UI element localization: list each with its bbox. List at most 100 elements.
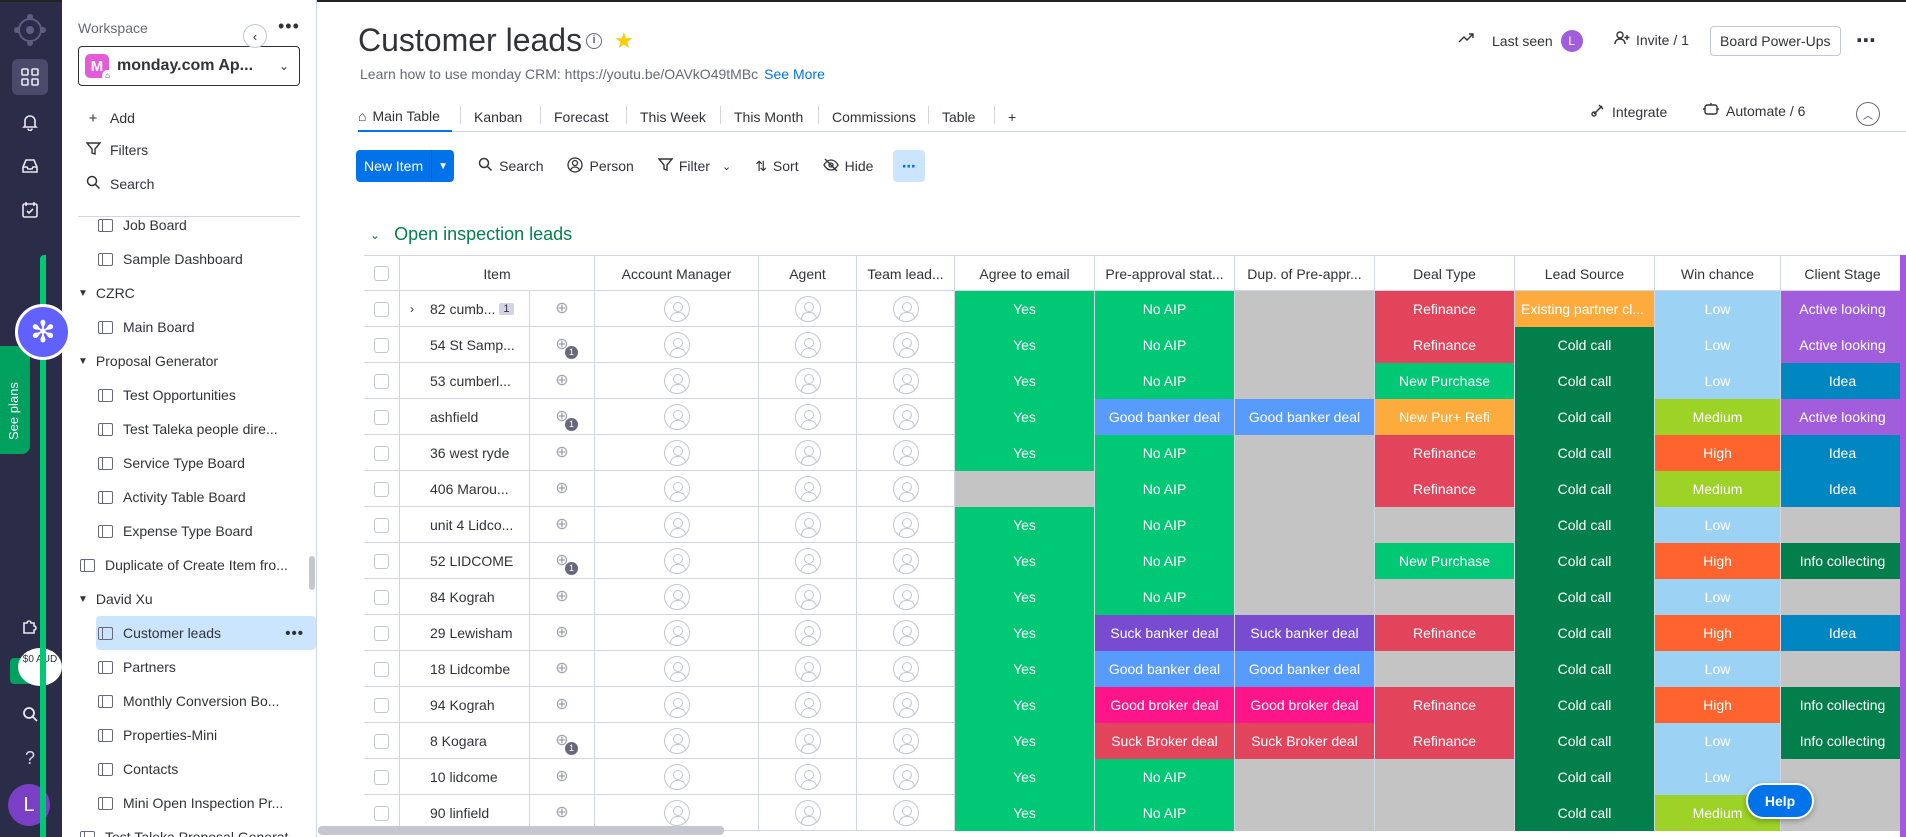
person-cell[interactable] — [759, 291, 857, 327]
collapse-header-icon[interactable]: ︿ — [1856, 102, 1880, 126]
board-item[interactable]: Test Taleka people dire... — [62, 412, 316, 446]
filter-button[interactable]: Filter ⌄ — [657, 157, 731, 175]
board-item[interactable]: Mini Open Inspection Pr... — [62, 786, 316, 820]
tab-this-month[interactable]: This Month — [734, 102, 803, 132]
person-cell[interactable] — [595, 615, 759, 651]
person-cell[interactable] — [595, 579, 759, 615]
status-cell-agree[interactable]: Yes — [955, 759, 1095, 795]
automate-button[interactable]: Automate / 6 — [1702, 102, 1805, 119]
status-cell-stage[interactable]: Idea — [1781, 435, 1905, 471]
status-cell-stage[interactable]: Active looking — [1781, 291, 1905, 327]
row-checkbox[interactable] — [374, 409, 389, 425]
status-cell-dup[interactable] — [1235, 579, 1375, 615]
last-seen-button[interactable]: Last seen L — [1492, 30, 1583, 52]
table-row[interactable]: unit 4 Lidco... ⊕ Yes No AIP Cold call Low — [364, 507, 1905, 543]
status-cell-source[interactable]: Cold call — [1515, 795, 1655, 831]
person-cell[interactable] — [595, 723, 759, 759]
caret-down-icon[interactable]: ▼ — [78, 594, 88, 605]
updates-cell[interactable]: ⊕ — [530, 687, 595, 723]
status-cell-deal[interactable]: Refinance — [1375, 291, 1515, 327]
add-update-icon[interactable]: ⊕ — [552, 372, 572, 390]
row-select-cell[interactable] — [364, 291, 400, 327]
status-cell-preapp[interactable]: No AIP — [1095, 579, 1235, 615]
add-view-button[interactable]: + — [1008, 102, 1016, 132]
person-cell[interactable] — [857, 687, 955, 723]
folder-2[interactable]: ▼ CZRC — [62, 276, 316, 310]
status-cell-win[interactable]: Low — [1655, 651, 1781, 687]
table-row[interactable]: 84 Kograh ⊕ Yes No AIP Cold call Low — [364, 579, 1905, 615]
person-cell[interactable] — [759, 543, 857, 579]
status-cell-source[interactable]: Cold call — [1515, 471, 1655, 507]
inbox-icon[interactable] — [12, 148, 48, 184]
status-cell-win[interactable]: High — [1655, 615, 1781, 651]
tab-table[interactable]: Table — [942, 102, 975, 132]
item-name-cell[interactable]: 29 Lewisham — [400, 615, 530, 651]
status-cell-source[interactable]: Cold call — [1515, 687, 1655, 723]
item-more-icon[interactable]: ••• — [285, 625, 304, 642]
updates-cell[interactable]: ⊕ — [530, 759, 595, 795]
status-cell-deal[interactable]: Refinance — [1375, 615, 1515, 651]
board-item[interactable]: Customer leads ••• — [96, 616, 316, 650]
folder-11[interactable]: ▼ David Xu — [62, 582, 316, 616]
status-cell-agree[interactable]: Yes — [955, 507, 1095, 543]
status-cell-deal[interactable]: Refinance — [1375, 435, 1515, 471]
status-cell-win[interactable]: Medium — [1655, 471, 1781, 507]
person-cell[interactable] — [857, 795, 955, 831]
add-update-icon[interactable]: ⊕ — [552, 660, 572, 678]
add-update-icon[interactable]: ⊕ — [552, 588, 572, 606]
item-name-cell[interactable]: 53 cumberl... — [400, 363, 530, 399]
status-cell-dup[interactable]: Good banker deal — [1235, 651, 1375, 687]
status-cell-source[interactable]: Cold call — [1515, 759, 1655, 795]
status-cell-win[interactable]: Low — [1655, 507, 1781, 543]
status-cell-preapp[interactable]: No AIP — [1095, 759, 1235, 795]
status-cell-stage[interactable]: Info collecting — [1781, 543, 1905, 579]
item-name-cell[interactable]: 94 Kograh — [400, 687, 530, 723]
status-cell-win[interactable]: High — [1655, 435, 1781, 471]
hide-button[interactable]: Hide — [822, 158, 873, 175]
status-cell-stage[interactable]: Idea — [1781, 615, 1905, 651]
updates-cell[interactable]: ⊕ — [530, 507, 595, 543]
item-name-cell[interactable]: 52 LIDCOME — [400, 543, 530, 579]
chevron-down-icon[interactable]: ▼ — [432, 161, 454, 172]
board-item[interactable]: Expense Type Board — [62, 514, 316, 548]
status-cell-win[interactable]: High — [1655, 687, 1781, 723]
item-name-cell[interactable]: unit 4 Lidco... — [400, 507, 530, 543]
row-checkbox[interactable] — [374, 661, 389, 677]
row-checkbox[interactable] — [374, 805, 389, 821]
table-row[interactable]: 54 St Samp... ⊕ 1 Yes No AIP Refinance Cold ca… — [364, 327, 1905, 363]
person-cell[interactable] — [857, 615, 955, 651]
status-cell-dup[interactable]: Suck Broker deal — [1235, 723, 1375, 759]
updates-cell[interactable]: ⊕ — [530, 291, 595, 327]
status-cell-dup[interactable] — [1235, 507, 1375, 543]
add-update-icon[interactable]: ⊕ — [552, 696, 572, 714]
row-select-cell[interactable] — [364, 471, 400, 507]
board-item[interactable]: Job Board — [62, 218, 316, 242]
expand-subitems-icon[interactable]: › — [410, 302, 414, 316]
status-cell-dup[interactable] — [1235, 291, 1375, 327]
board-item[interactable]: Duplicate of Create Item fro... — [62, 548, 316, 582]
person-cell[interactable] — [595, 687, 759, 723]
caret-down-icon[interactable]: ▼ — [78, 356, 88, 367]
column-header[interactable]: Team lead... — [857, 255, 955, 291]
row-select-cell[interactable] — [364, 327, 400, 363]
group-header[interactable]: ⌄ Open inspection leads — [370, 224, 572, 245]
row-checkbox[interactable] — [374, 445, 389, 461]
tab-main-table[interactable]: ⌂ Main Table — [358, 102, 452, 132]
status-cell-deal[interactable]: New Purchase — [1375, 543, 1515, 579]
status-cell-source[interactable]: Cold call — [1515, 435, 1655, 471]
row-select-cell[interactable] — [364, 651, 400, 687]
star-icon[interactable]: ★ — [614, 28, 634, 54]
board-item[interactable]: Main Board — [62, 310, 316, 344]
person-cell[interactable] — [595, 399, 759, 435]
updates-icon[interactable]: ⊕ 1 — [552, 732, 578, 755]
updates-cell[interactable]: ⊕ 1 — [530, 543, 595, 579]
person-cell[interactable] — [857, 579, 955, 615]
status-cell-dup[interactable] — [1235, 795, 1375, 831]
row-checkbox[interactable] — [374, 697, 389, 713]
status-cell-preapp[interactable]: Good banker deal — [1095, 651, 1235, 687]
status-cell-dup[interactable]: Good banker deal — [1235, 399, 1375, 435]
status-cell-preapp[interactable]: No AIP — [1095, 363, 1235, 399]
status-cell-stage[interactable]: Info collecting — [1781, 723, 1905, 759]
row-select-cell[interactable] — [364, 435, 400, 471]
status-cell-dup[interactable] — [1235, 471, 1375, 507]
